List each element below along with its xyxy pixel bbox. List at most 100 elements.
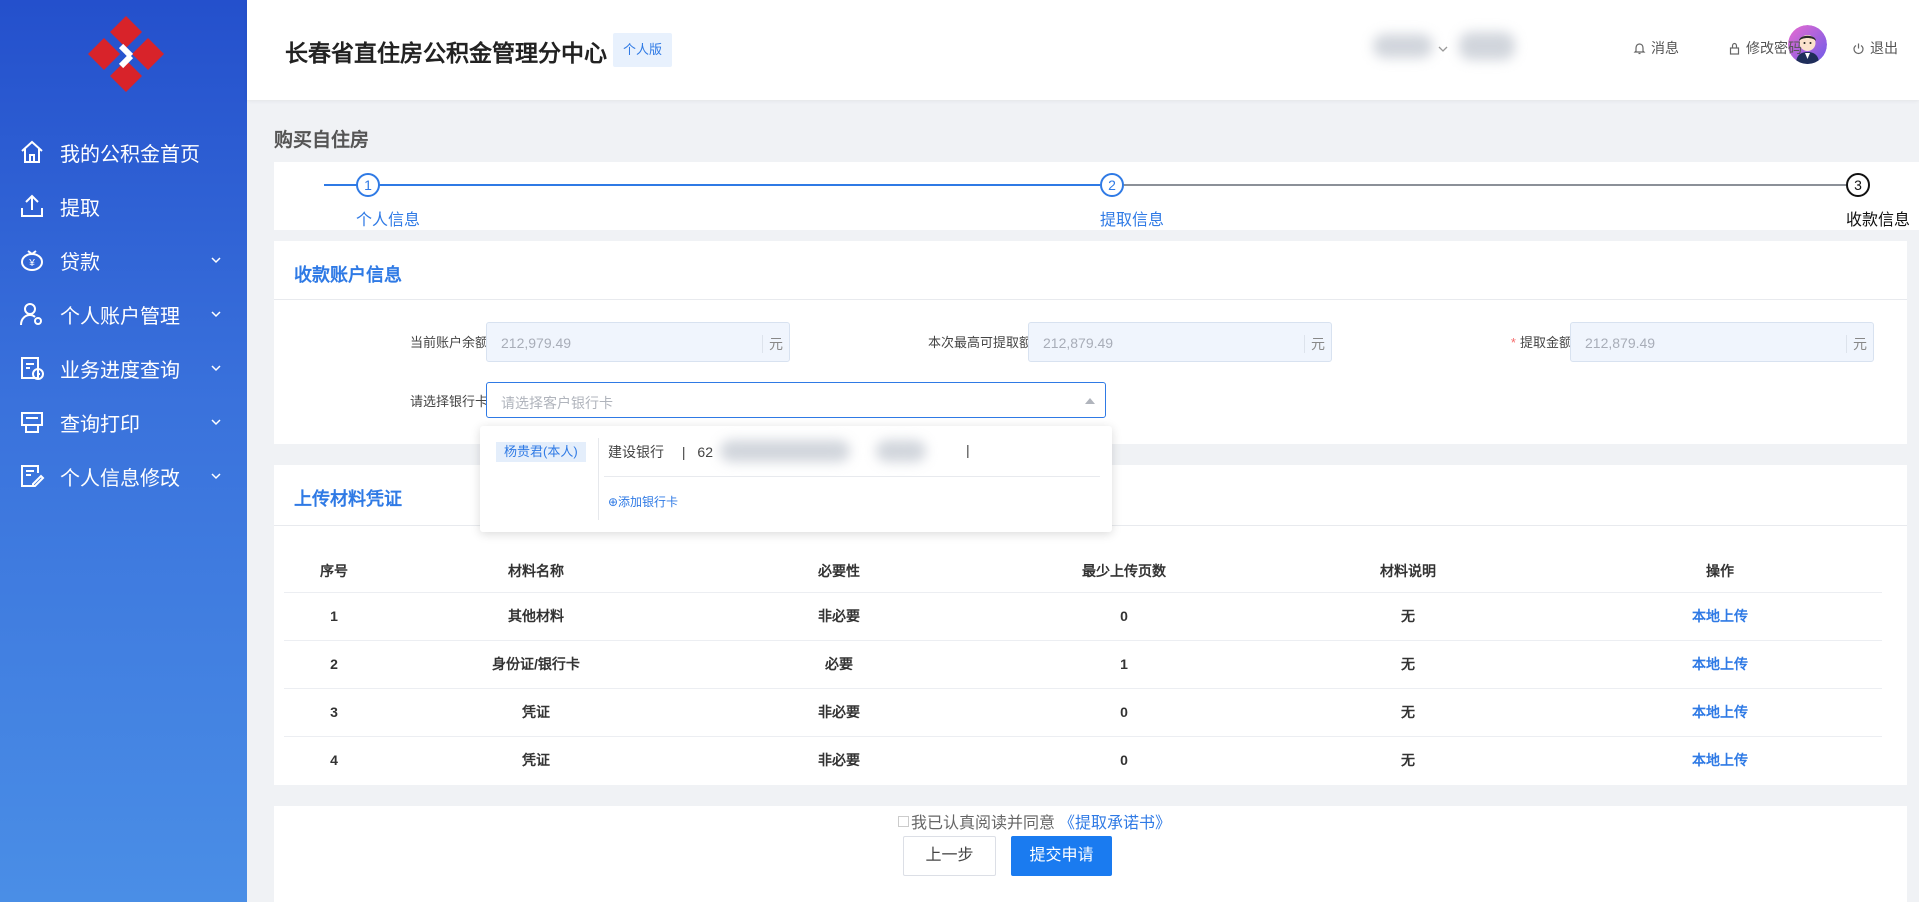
user-settings-icon [18,300,46,328]
top-header: 长春省直住房公积金管理分中心 个人版 消息 修改密码 退出 [247,0,1919,100]
max-withdraw-field: 212,879.49 元 [1028,322,1332,362]
cell-min-pages: 0 [990,687,1258,736]
unit-label: 元 [1846,335,1867,353]
edit-doc-icon [18,462,46,490]
sidebar-item-label: 贷款 [60,251,100,274]
col-header: 最少上传页数 [1082,562,1166,579]
cell-required: 非必要 [688,591,990,640]
chevron-down-icon[interactable] [1437,43,1449,55]
sidebar-item-withdraw[interactable]: 提取 [0,178,247,234]
col-header: 序号 [320,562,348,579]
col-header: 操作 [1706,562,1734,579]
unit-label: 元 [762,335,783,353]
unit-label: 元 [1304,335,1325,353]
cell-name: 凭证 [384,687,688,736]
bank-card-label: 请选择银行卡 [409,394,488,409]
balance-field: 212,979.49 元 [486,322,790,362]
chevron-down-icon [211,257,221,264]
table-row: 1 其他材料 非必要 0 无 本地上传 [284,591,1882,640]
step-line-1 [380,184,1100,186]
withdraw-amount-field[interactable]: 212,879.49 元 [1570,322,1874,362]
sidebar-item-label: 业务进度查询 [60,359,180,382]
local-upload-link[interactable]: 本地上传 [1692,608,1748,624]
cell-min-pages: 0 [990,735,1258,784]
chevron-down-icon [211,365,221,372]
printer-icon [18,408,46,436]
sidebar-item-progress[interactable]: 业务进度查询 [0,340,247,396]
account-card: 收款账户信息 当前账户余额 212,979.49 元 本次最高可提取额 212,… [274,241,1907,444]
redacted-card-number [720,440,850,462]
chevron-down-icon [211,419,221,426]
table-row: 2 身份证/银行卡 必要 1 无 本地上传 [284,639,1882,688]
home-icon [18,138,46,166]
local-upload-link[interactable]: 本地上传 [1692,656,1748,672]
steps-card: 1 2 3 个人信息 提取信息 收款信息 [274,162,1919,230]
cell-desc: 无 [1258,687,1558,736]
sidebar-item-label: 查询打印 [60,413,140,436]
logo-icon [88,16,164,92]
withdraw-amount-label: * 提取金额 [1510,335,1572,350]
cell-name: 凭证 [384,735,688,784]
cell-name: 其他材料 [384,591,688,640]
cell-required: 非必要 [688,687,990,736]
step-3-label: 收款信息 [1846,212,1911,229]
step-2-label: 提取信息 [1100,212,1165,229]
redacted-userinfo [1459,32,1515,60]
agree-text: 我已认真阅读并同意 [911,815,1056,832]
col-header: 材料名称 [508,562,564,579]
change-password-label: 修改密码 [1746,40,1802,56]
bank-card-option[interactable]: 建设银行 | 62 [608,442,713,462]
table-row: 3 凭证 非必要 0 无 本地上传 [284,687,1882,736]
submit-button[interactable]: 提交申请 [1011,836,1112,876]
money-bag-icon: ¥ [18,246,46,274]
sidebar-item-label: 提取 [60,197,100,220]
agreement-link[interactable]: 《提取承诺书》 [1059,809,1171,833]
col-header: 材料说明 [1380,562,1436,579]
sidebar-item-profile[interactable]: 个人信息修改 [0,448,247,504]
step-line-2 [1124,184,1846,186]
balance-value: 212,979.49 [501,335,572,351]
logout-label: 退出 [1870,40,1898,56]
local-upload-link[interactable]: 本地上传 [1692,752,1748,768]
upload-icon [18,192,46,220]
cell-no: 3 [284,687,384,736]
messages-link[interactable]: 消息 [1633,38,1679,58]
sidebar-item-label: 个人账户管理 [60,305,180,328]
materials-section-title: 上传材料凭证 [294,489,402,509]
bank-card-dropdown: 杨贵君(本人) 建设银行 | 62 | ⊕添加银行卡 [480,426,1112,532]
card-holder-tag: 杨贵君(本人) [496,442,586,462]
card-number-prefix: 62 [697,444,713,460]
page-header-title: 长春省直住房公积金管理分中心 [285,40,607,66]
logout-link[interactable]: 退出 [1852,38,1898,58]
sidebar-item-loan[interactable]: ¥ 贷款 [0,232,247,288]
agreement-row: 我已认真阅读并同意 《提取承诺书》 [898,809,1171,833]
materials-table: 序号 材料名称 必要性 最少上传页数 材料说明 操作 1 其他材料 非必要 0 … [284,550,1882,784]
progress-doc-icon [18,354,46,382]
agree-checkbox[interactable] [898,815,909,827]
cell-desc: 无 [1258,735,1558,784]
sidebar-item-home[interactable]: 我的公积金首页 [0,124,247,180]
chevron-down-icon [211,311,221,318]
bank-name: 建设银行 [608,444,664,460]
bell-icon [1633,42,1646,54]
add-bank-card-link[interactable]: ⊕添加银行卡 [608,493,678,510]
sidebar-item-print[interactable]: 查询打印 [0,394,247,450]
local-upload-link[interactable]: 本地上传 [1692,704,1748,720]
table-header-row: 序号 材料名称 必要性 最少上传页数 材料说明 操作 [284,550,1882,592]
change-password-link[interactable]: 修改密码 [1728,38,1802,58]
balance-label: 当前账户余额 [409,335,488,350]
page-title: 购买自住房 [274,130,370,151]
redacted-card-info [876,440,926,462]
bank-card-select[interactable]: 请选择客户银行卡 [486,382,1106,418]
edition-badge: 个人版 [613,33,673,67]
cell-no: 2 [284,639,384,688]
cell-min-pages: 0 [990,591,1258,640]
sidebar-item-label: 我的公积金首页 [60,143,200,166]
redacted-username[interactable] [1373,34,1433,58]
bank-card-placeholder: 请选择客户银行卡 [501,395,613,411]
sidebar-item-account[interactable]: 个人账户管理 [0,286,247,342]
caret-up-icon [1085,398,1095,404]
cell-min-pages: 1 [990,639,1258,688]
previous-step-button[interactable]: 上一步 [903,836,996,876]
sidebar: 我的公积金首页 提取 ¥ 贷款 个人账户管理 业务进度查询 查询打印 个人信息修… [0,0,247,902]
